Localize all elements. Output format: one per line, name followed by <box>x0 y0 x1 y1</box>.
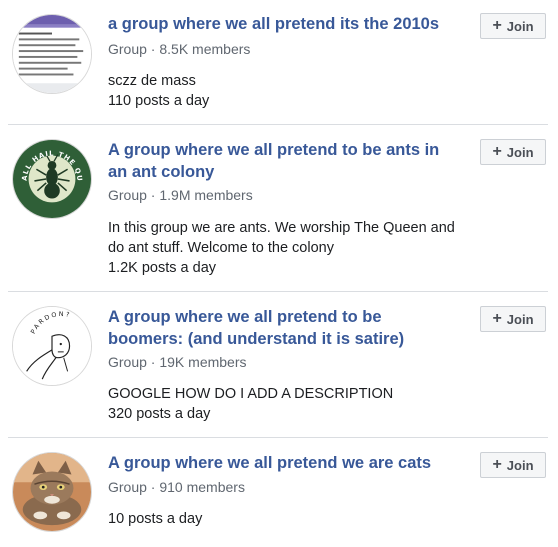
plus-icon: + <box>492 310 502 327</box>
group-avatar[interactable] <box>12 14 92 94</box>
join-group-button[interactable]: + Join <box>480 306 546 332</box>
group-description: GOOGLE HOW DO I ADD A DESCRIPTION <box>108 386 394 402</box>
cat-photo <box>13 453 91 531</box>
group-name-link[interactable]: A group where we all pretend to be boome… <box>108 306 458 350</box>
group-meta: Group · 8.5K members <box>108 41 251 57</box>
join-group-button[interactable]: + Join <box>480 452 546 478</box>
join-button-label: Join <box>506 18 534 34</box>
group-result-item: ALL HAIL THE QUEEN A group where we all … <box>0 125 558 290</box>
group-result-item: PARDON? A group where we all pretend to … <box>0 292 558 437</box>
group-name-link[interactable]: A group where we all pretend we are cats <box>108 452 458 474</box>
group-description: sczz de mass <box>108 73 196 89</box>
join-group-button[interactable]: + Join <box>480 13 546 39</box>
plus-icon: + <box>492 456 502 473</box>
plus-icon: + <box>492 143 502 160</box>
group-results-list: a group where we all pretend its the 201… <box>0 0 558 547</box>
group-name-link[interactable]: A group where we all pretend to be ants … <box>108 139 458 183</box>
join-button-label: Join <box>506 144 534 160</box>
group-activity: 10 posts a day <box>108 511 203 527</box>
group-cover-thumbnail <box>13 15 91 93</box>
group-result-item: a group where we all pretend its the 201… <box>0 0 558 124</box>
group-avatar[interactable] <box>12 452 92 532</box>
boomer-sketch-image: PARDON? <box>13 307 91 385</box>
group-avatar[interactable]: PARDON? <box>12 306 92 386</box>
group-activity: 1.2K posts a day <box>108 260 217 276</box>
group-meta: Group · 910 members <box>108 479 245 495</box>
join-button-label: Join <box>506 311 534 327</box>
group-activity: 320 posts a day <box>108 406 211 422</box>
group-activity: 110 posts a day <box>108 93 210 109</box>
queen-ant-emblem: ALL HAIL THE QUEEN <box>13 140 91 218</box>
join-group-button[interactable]: + Join <box>480 139 546 165</box>
group-result-item: A group where we all pretend we are cats… <box>0 438 558 547</box>
group-avatar[interactable]: ALL HAIL THE QUEEN <box>12 139 92 219</box>
group-meta: Group · 1.9M members <box>108 187 253 203</box>
plus-icon: + <box>492 17 502 34</box>
group-description: In this group we are ants. We worship Th… <box>108 220 455 256</box>
join-button-label: Join <box>506 457 534 473</box>
group-meta: Group · 19K members <box>108 354 247 370</box>
group-name-link[interactable]: a group where we all pretend its the 201… <box>108 13 458 35</box>
